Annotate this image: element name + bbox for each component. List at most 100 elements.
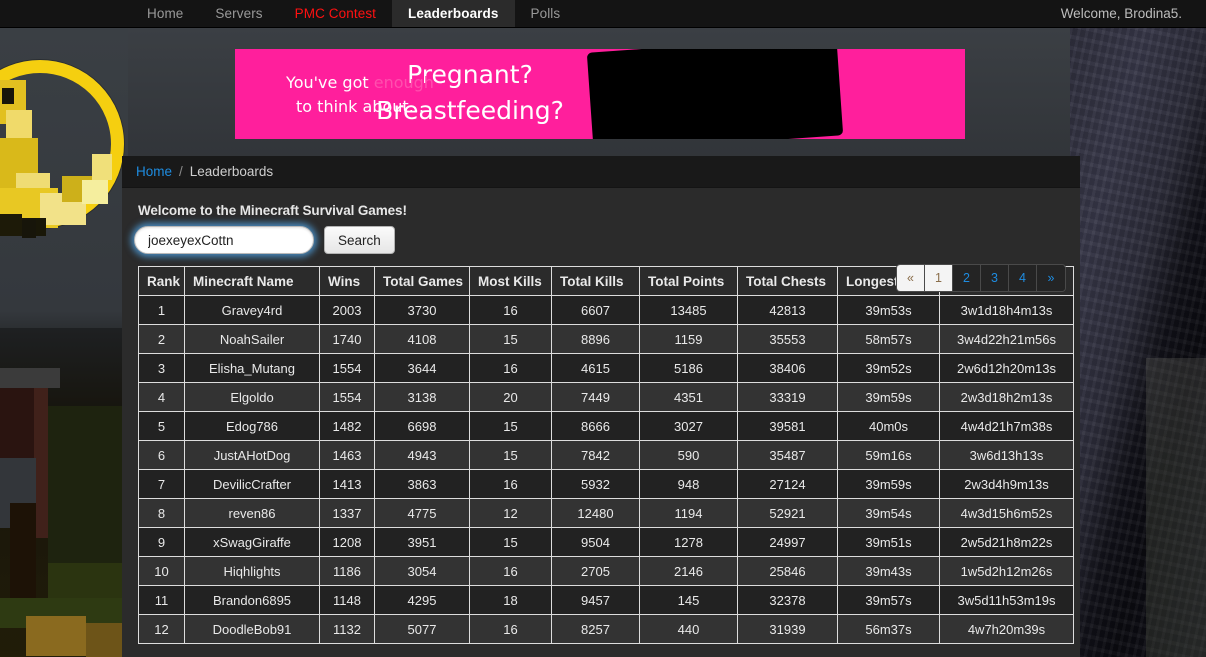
table-row[interactable]: 4 Elgoldo 1554 3138 20 7449 4351 33319 39m59s 2w3… (138, 382, 1074, 412)
cell-total-chests: 32378 (737, 585, 838, 615)
cell-minecraft-name[interactable]: JustAHotDog (184, 440, 320, 470)
cell-total-chests: 24997 (737, 527, 838, 557)
cell-rank: 11 (138, 585, 185, 615)
nav-item-servers[interactable]: Servers (199, 0, 278, 27)
table-row[interactable]: 7 DevilicCrafter 1413 3863 16 5932 948 27124 39m… (138, 469, 1074, 499)
column-header-minecraft-name[interactable]: Minecraft Name (184, 266, 320, 296)
cell-minecraft-name[interactable]: Hiqhlights (184, 556, 320, 586)
cell-rank: 3 (138, 353, 185, 383)
cell-wins: 1740 (319, 324, 375, 354)
table-row[interactable]: 10 Hiqhlights 1186 3054 16 2705 2146 25846 39m43… (138, 556, 1074, 586)
cell-minecraft-name[interactable]: Elgoldo (184, 382, 320, 412)
table-row[interactable]: 2 NoahSailer 1740 4108 15 8896 1159 35553 58m57s… (138, 324, 1074, 354)
cell-wins: 1463 (319, 440, 375, 470)
advertisement-banner[interactable]: Pregnant? Breastfeeding? You've got enou… (235, 49, 965, 139)
cell-total-games: 3644 (374, 353, 470, 383)
table-row[interactable]: 8 reven86 1337 4775 12 12480 1194 52921 39m54s 4w… (138, 498, 1074, 528)
search-input[interactable] (134, 226, 314, 254)
breadcrumb: Home / Leaderboards (122, 156, 1080, 188)
cell-longest-life: 56m37s (837, 614, 940, 644)
column-header-total-games[interactable]: Total Games (374, 266, 470, 296)
cell-total-chests: 35487 (737, 440, 838, 470)
cell-minecraft-name[interactable]: Elisha_Mutang (184, 353, 320, 383)
breadcrumb-separator: / (179, 164, 183, 179)
cell-rank: 7 (138, 469, 185, 499)
cell-total-kills: 8257 (551, 614, 640, 644)
cell-minecraft-name[interactable]: Brandon6895 (184, 585, 320, 615)
panel-body: Welcome to the Minecraft Survival Games!… (122, 188, 1080, 644)
cell-wins: 1132 (319, 614, 375, 644)
cell-total-games: 4295 (374, 585, 470, 615)
cell-total-points: 1194 (639, 498, 738, 528)
cell-most-kills: 15 (469, 440, 552, 470)
cell-total-life: 1w5d2h12m26s (939, 556, 1074, 586)
cell-minecraft-name[interactable]: NoahSailer (184, 324, 320, 354)
ad-card-line1: You've got enough (235, 71, 485, 95)
cell-total-kills: 4615 (551, 353, 640, 383)
cell-longest-life: 39m53s (837, 295, 940, 325)
pagination-page-3[interactable]: 3 (981, 265, 1009, 291)
cell-most-kills: 16 (469, 556, 552, 586)
pagination-prev[interactable]: « (897, 265, 925, 291)
nav-item-home[interactable]: Home (131, 0, 199, 27)
cell-total-chests: 39581 (737, 411, 838, 441)
cell-minecraft-name[interactable]: xSwagGiraffe (184, 527, 320, 557)
column-header-total-kills[interactable]: Total Kills (551, 266, 640, 296)
column-header-most-kills[interactable]: Most Kills (469, 266, 552, 296)
pagination-next[interactable]: » (1037, 265, 1065, 291)
cell-minecraft-name[interactable]: DoodleBob91 (184, 614, 320, 644)
cell-total-games: 6698 (374, 411, 470, 441)
cell-minecraft-name[interactable]: DevilicCrafter (184, 469, 320, 499)
cell-total-life: 3w6d13h13s (939, 440, 1074, 470)
cell-total-kills: 9504 (551, 527, 640, 557)
cell-total-games: 4108 (374, 324, 470, 354)
cell-longest-life: 39m59s (837, 382, 940, 412)
cell-total-games: 4943 (374, 440, 470, 470)
cell-longest-life: 39m43s (837, 556, 940, 586)
cell-rank: 6 (138, 440, 185, 470)
cell-most-kills: 15 (469, 527, 552, 557)
cell-minecraft-name[interactable]: Edog786 (184, 411, 320, 441)
cell-total-points: 1159 (639, 324, 738, 354)
table-row[interactable]: 5 Edog786 1482 6698 15 8666 3027 39581 40m0s 4w4d… (138, 411, 1074, 441)
column-header-total-chests[interactable]: Total Chests (737, 266, 838, 296)
table-row[interactable]: 12 DoodleBob91 1132 5077 16 8257 440 31939 56m37… (138, 614, 1074, 644)
table-row[interactable]: 6 JustAHotDog 1463 4943 15 7842 590 35487 59m16s… (138, 440, 1074, 470)
cell-total-games: 3138 (374, 382, 470, 412)
cell-minecraft-name[interactable]: reven86 (184, 498, 320, 528)
cell-total-life: 4w3d15h6m52s (939, 498, 1074, 528)
column-header-wins[interactable]: Wins (319, 266, 375, 296)
cell-total-life: 4w7h20m39s (939, 614, 1074, 644)
cell-total-points: 4351 (639, 382, 738, 412)
cell-total-chests: 33319 (737, 382, 838, 412)
cell-minecraft-name[interactable]: Gravey4rd (184, 295, 320, 325)
cell-rank: 4 (138, 382, 185, 412)
table-row[interactable]: 11 Brandon6895 1148 4295 18 9457 145 32378 39m57… (138, 585, 1074, 615)
background-right-minecraft (1070, 28, 1206, 657)
cell-longest-life: 39m57s (837, 585, 940, 615)
table-row[interactable]: 3 Elisha_Mutang 1554 3644 16 4615 5186 38406 39m… (138, 353, 1074, 383)
nav-item-pmc-contest[interactable]: PMC Contest (279, 0, 392, 27)
cell-wins: 1413 (319, 469, 375, 499)
pagination-page-1[interactable]: 1 (925, 265, 953, 291)
table-row[interactable]: 9 xSwagGiraffe 1208 3951 15 9504 1278 24997 39m5… (138, 527, 1074, 557)
nav-item-polls[interactable]: Polls (515, 0, 577, 27)
search-row: Search (134, 226, 1066, 254)
cell-total-life: 2w3d18h2m13s (939, 382, 1074, 412)
pagination-page-2[interactable]: 2 (953, 265, 981, 291)
cell-wins: 2003 (319, 295, 375, 325)
pagination-page-4[interactable]: 4 (1009, 265, 1037, 291)
ad-black-card (586, 49, 844, 139)
cell-rank: 2 (138, 324, 185, 354)
leaderboard-table: Rank Minecraft Name Wins Total Games Mos… (138, 266, 1074, 644)
search-button[interactable]: Search (324, 226, 395, 254)
column-header-total-points[interactable]: Total Points (639, 266, 738, 296)
ad-card-line2: to think about... (296, 97, 424, 116)
cell-total-games: 5077 (374, 614, 470, 644)
nav-item-leaderboards[interactable]: Leaderboards (392, 0, 515, 27)
column-header-rank[interactable]: Rank (138, 266, 185, 296)
table-row[interactable]: 1 Gravey4rd 2003 3730 16 6607 13485 42813 39m53s… (138, 295, 1074, 325)
navbar-welcome-text: Welcome, Brodina5. (1060, 6, 1182, 21)
cell-longest-life: 40m0s (837, 411, 940, 441)
breadcrumb-home-link[interactable]: Home (136, 164, 172, 179)
